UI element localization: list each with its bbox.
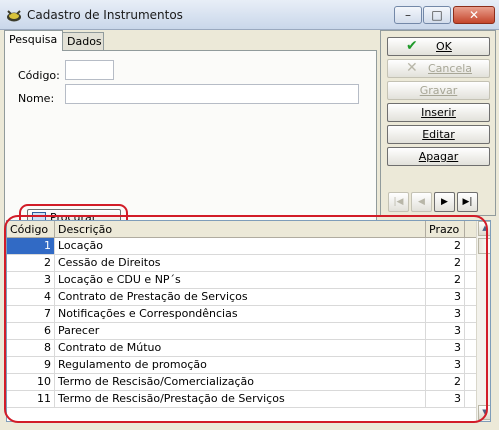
minimize-icon: – — [405, 8, 411, 22]
nav-last-icon: ▶| — [462, 197, 473, 207]
maximize-button[interactable]: □ — [423, 6, 451, 24]
ok-button[interactable]: ✔ OK — [387, 37, 490, 56]
nav-next-button[interactable]: ▶ — [434, 192, 455, 212]
check-icon: ✔ — [406, 38, 418, 54]
gravar-button[interactable]: Gravar — [387, 81, 490, 100]
cancela-button[interactable]: ✕ Cancela — [387, 59, 490, 78]
nav-next-icon: ▶ — [441, 197, 448, 207]
apagar-button[interactable]: Apagar — [387, 147, 490, 166]
search-panel: Código: Nome: Procurar — [4, 50, 377, 236]
inserir-button[interactable]: Inserir — [387, 103, 490, 122]
close-button[interactable]: ✕ — [453, 6, 495, 24]
action-panel: ✔ OK ✕ Cancela Gravar Inserir Editar Apa… — [380, 30, 496, 216]
cancel-x-icon: ✕ — [406, 60, 418, 76]
tab-pesquisa[interactable]: Pesquisa — [4, 30, 63, 51]
ok-label: OK — [436, 40, 452, 53]
window: Cadastro de Instrumentos – □ ✕ Pesquisa … — [0, 0, 499, 430]
tab-dados[interactable]: Dados — [62, 32, 104, 50]
app-icon — [7, 10, 21, 22]
tab-pesquisa-label: Pesquisa — [9, 33, 58, 46]
codigo-label: Código: — [18, 69, 60, 82]
nav-prior-button[interactable]: ◀ — [411, 192, 432, 212]
window-title: Cadastro de Instrumentos — [27, 8, 183, 22]
title-bar[interactable]: Cadastro de Instrumentos – □ ✕ — [0, 0, 499, 30]
maximize-icon: □ — [431, 8, 443, 22]
apagar-label: Apagar — [418, 150, 459, 163]
nav-last-button[interactable]: ▶| — [457, 192, 478, 212]
client-area: Pesquisa Dados Código: Nome: Procurar ✔ — [0, 30, 499, 430]
nome-input[interactable] — [65, 84, 359, 104]
minimize-button[interactable]: – — [394, 6, 422, 24]
editar-label: Editar — [422, 128, 455, 141]
gravar-label: Gravar — [419, 84, 458, 97]
grid-highlight — [4, 215, 488, 423]
nome-label: Nome: — [18, 92, 55, 105]
inserir-label: Inserir — [421, 106, 456, 119]
tab-dados-label: Dados — [67, 35, 102, 48]
nav-prior-icon: ◀ — [418, 197, 425, 207]
cancela-label: Cancela — [428, 62, 473, 75]
nav-first-button[interactable]: |◀ — [388, 192, 409, 212]
codigo-input[interactable] — [65, 60, 114, 80]
editar-button[interactable]: Editar — [387, 125, 490, 144]
nav-first-icon: |◀ — [393, 197, 404, 207]
close-icon: ✕ — [468, 8, 480, 22]
